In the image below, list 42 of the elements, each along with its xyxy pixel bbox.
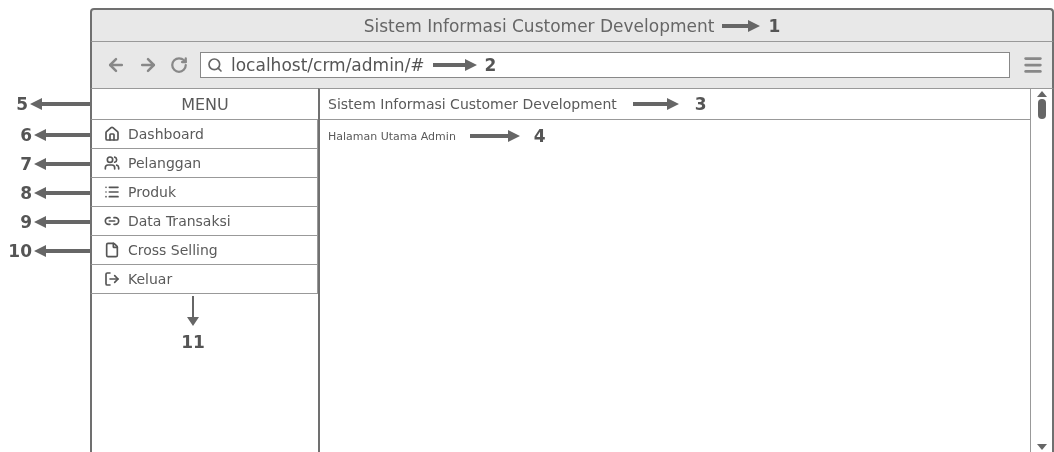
forward-icon[interactable]: [138, 55, 158, 75]
back-icon[interactable]: [106, 55, 126, 75]
scroll-up-icon[interactable]: [1036, 91, 1047, 97]
callout-number: 5: [16, 94, 28, 114]
scroll-down-icon[interactable]: [1036, 444, 1047, 450]
menu-item[interactable]: Data Transaksi: [90, 207, 318, 236]
list-icon: [104, 184, 120, 200]
callout-arrow: [469, 129, 520, 143]
callout-number: 10: [8, 240, 32, 261]
house-icon: [104, 126, 120, 142]
callout-number: 9: [20, 211, 32, 232]
document-icon: [104, 242, 120, 258]
exit-icon: [104, 271, 120, 287]
callout-arrow: [632, 97, 679, 111]
scroll-thumb[interactable]: [1037, 99, 1046, 119]
page-header: Sistem Informasi Customer Development: [328, 96, 617, 112]
menu-icon[interactable]: [1022, 54, 1044, 76]
menu-item[interactable]: Cross Selling: [90, 236, 318, 265]
menu-title: MENU: [90, 88, 318, 120]
people-icon: [104, 155, 120, 171]
reload-icon[interactable]: [170, 56, 188, 74]
callout-arrow: [722, 18, 761, 33]
search-icon: [207, 57, 223, 73]
window-title: Sistem Informasi Customer Development: [363, 15, 715, 36]
scrollbar[interactable]: [1030, 88, 1054, 452]
menu-item[interactable]: Pelanggan: [90, 149, 318, 178]
callout-number: 8: [20, 182, 32, 203]
menu-item[interactable]: Produk: [90, 178, 318, 207]
callout-number: 6: [20, 124, 32, 145]
callout-number: 7: [20, 153, 32, 174]
callout-number: 1: [768, 15, 781, 36]
callout-arrow: [30, 97, 90, 111]
address-text: localhost/crm/admin/#: [231, 55, 425, 75]
menu-item[interactable]: Keluar: [90, 265, 318, 294]
callout-number: 11: [181, 332, 205, 352]
callout-number: 2: [484, 55, 497, 75]
callout-arrow: [432, 58, 477, 72]
callout-number: 4: [533, 126, 546, 146]
address-field[interactable]: localhost/crm/admin/# 2: [200, 52, 1010, 78]
callout-number: 3: [694, 94, 707, 114]
page-subtitle: Halaman Utama Admin: [328, 129, 456, 143]
menu-item[interactable]: Dashboard: [90, 120, 318, 149]
